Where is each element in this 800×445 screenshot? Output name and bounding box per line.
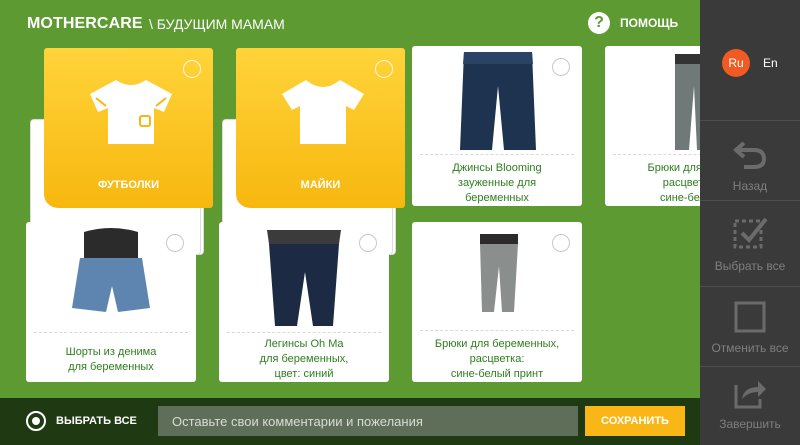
select-radio[interactable] <box>552 234 570 252</box>
folder-face: МАЙКИ <box>236 48 405 208</box>
product-caption: Джинсы Blooming зауженные для беременных <box>452 162 542 204</box>
category-label: МАЙКИ <box>300 179 341 191</box>
brand-title[interactable]: MOTHERCARE <box>27 15 143 33</box>
tank-top-icon <box>282 80 364 144</box>
back-button[interactable]: Назад <box>700 120 800 200</box>
checkbox-empty-icon <box>734 301 766 333</box>
save-button[interactable]: СОХРАНИТЬ <box>585 406 685 436</box>
category-label: ФУТБОЛКИ <box>97 179 160 191</box>
breadcrumb: \ БУДУЩИМ МАМАМ <box>149 16 285 32</box>
product-card-print-trousers[interactable]: Брюки для беременных, расцветка: сине-бе… <box>412 222 582 382</box>
deselect-all-button[interactable]: Отменить все <box>700 286 800 366</box>
select-all-label[interactable]: ВЫБРАТЬ ВСЕ <box>56 415 137 427</box>
category-card-tank-tops[interactable]: МАЙКИ <box>220 48 405 254</box>
finish-label: Завершить <box>719 417 781 431</box>
divider <box>420 154 574 155</box>
category-card-tshirts[interactable]: ФУТБОЛКИ <box>28 48 213 254</box>
help-link[interactable]: ПОМОЩЬ <box>620 16 678 30</box>
finish-button[interactable]: Завершить <box>700 366 800 445</box>
product-card-leggings[interactable]: Легинсы Oh Ma для беременных, цвет: сини… <box>219 222 389 382</box>
product-caption: Шорты из денима для беременных <box>65 346 157 373</box>
select-radio[interactable] <box>552 58 570 76</box>
comment-input[interactable] <box>158 406 578 436</box>
back-arrow-icon <box>732 141 767 169</box>
product-card-shorts[interactable]: Шорты из денима для беременных <box>26 222 196 382</box>
select-all-radio[interactable] <box>26 411 46 431</box>
product-caption: Легинсы Oh Ma для беременных, цвет: сини… <box>259 338 349 380</box>
lang-en-button[interactable]: En <box>763 56 778 70</box>
select-radio[interactable] <box>166 234 184 252</box>
share-arrow-icon <box>734 381 766 409</box>
panel-select-all-label: Выбрать все <box>714 259 786 273</box>
select-radio[interactable] <box>183 60 201 78</box>
lang-ru-button[interactable]: Ru <box>722 49 750 77</box>
product-caption: Брюки для беременных, расцветка: сине-бе… <box>434 338 560 380</box>
divider <box>420 330 574 331</box>
divider <box>227 332 381 333</box>
folder-face: ФУТБОЛКИ <box>44 48 213 208</box>
header: MOTHERCARE \ БУДУЩИМ МАМАМ ? ПОМОЩЬ <box>0 0 700 46</box>
help-icon[interactable]: ? <box>588 12 610 34</box>
deselect-all-label: Отменить все <box>711 341 789 355</box>
back-label: Назад <box>732 179 768 193</box>
side-panel: Ru En Назад Выбрать все Отменить все Зав… <box>700 0 800 445</box>
product-card-jeans[interactable]: Джинсы Blooming зауженные для беременных <box>412 46 582 206</box>
select-radio[interactable] <box>375 60 393 78</box>
tshirt-icon <box>90 80 172 144</box>
panel-select-all-button[interactable]: Выбрать все <box>700 200 800 286</box>
select-radio[interactable] <box>359 234 377 252</box>
checkbox-checked-icon <box>733 217 768 249</box>
divider <box>34 332 188 333</box>
bottom-bar: ВЫБРАТЬ ВСЕ СОХРАНИТЬ <box>0 398 700 445</box>
